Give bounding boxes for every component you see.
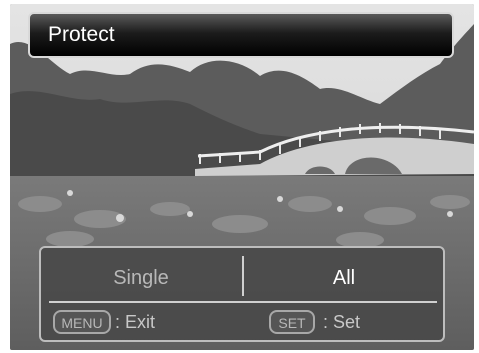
camera-screen: Protect Single All MENU : Exit SET : Set xyxy=(10,4,474,350)
title-bar: Protect xyxy=(28,12,454,58)
option-single[interactable]: Single xyxy=(41,258,241,298)
option-all[interactable]: All xyxy=(245,258,443,298)
set-hint: : Set xyxy=(323,312,361,332)
protect-menu-panel: Single All MENU : Exit SET : Set xyxy=(39,246,445,342)
option-divider xyxy=(242,256,244,296)
page-title: Protect xyxy=(48,23,115,46)
footer-divider xyxy=(49,301,437,303)
exit-hint: : Exit xyxy=(115,312,156,332)
set-key-icon: SET xyxy=(269,310,315,334)
menu-key-icon: MENU xyxy=(53,310,111,334)
